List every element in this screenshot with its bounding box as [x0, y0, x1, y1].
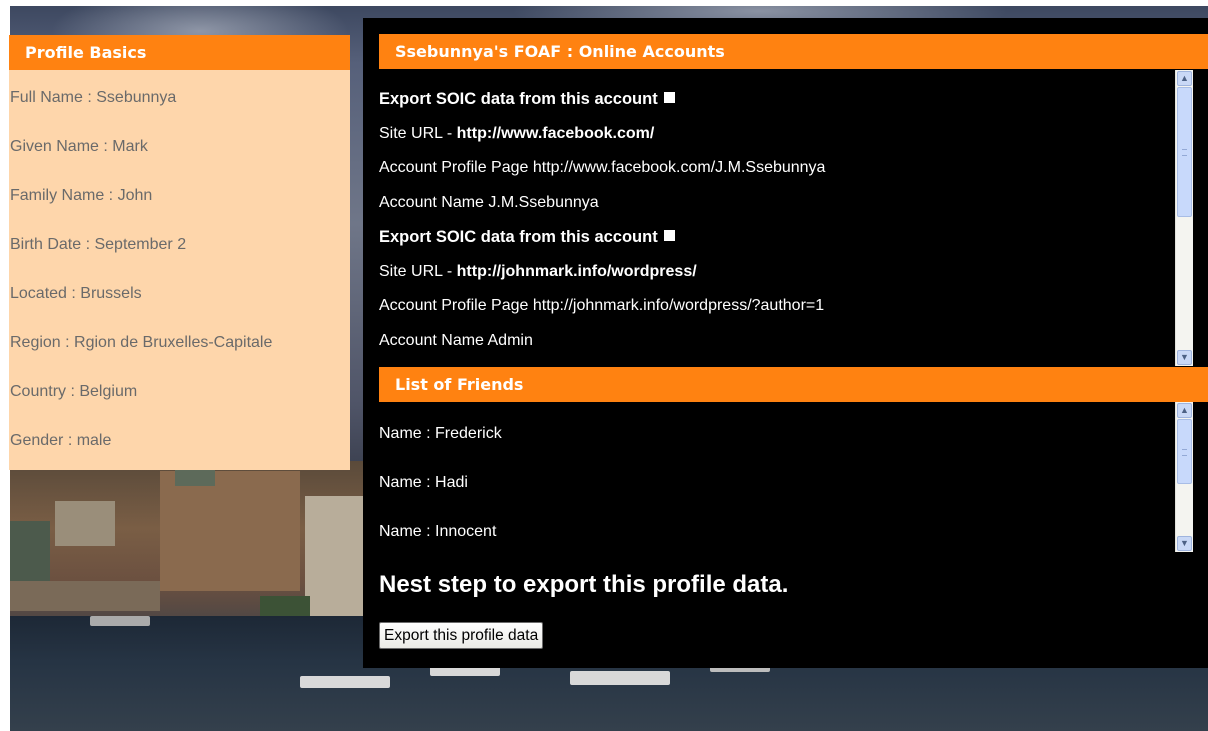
friends-list[interactable]: Name : Frederick Name : Hadi Name : Inno… — [379, 402, 1193, 552]
family-name-field: Family Name : John — [10, 187, 153, 204]
given-name-field: Given Name : Mark — [10, 138, 148, 155]
scrollbar-thumb[interactable] — [1177, 87, 1192, 217]
country-field: Country : Belgium — [10, 383, 138, 400]
scroll-up-icon[interactable]: ▲ — [1177, 403, 1192, 418]
site-url-value: http://johnmark.info/wordpress/ — [456, 262, 697, 280]
list-of-friends-title: List of Friends — [379, 367, 1208, 402]
friend-item: Name : Hadi — [379, 474, 468, 491]
online-accounts-list[interactable]: Export SOIC data from this account Site … — [379, 70, 1193, 366]
scrollbar-thumb[interactable] — [1177, 419, 1192, 484]
account-profile-page: Account Profile Page http://johnmark.inf… — [379, 297, 825, 314]
birth-date-field: Birth Date : September 2 — [10, 236, 187, 253]
profile-basics-panel: Profile Basics Full Name : Ssebunnya Giv… — [9, 35, 350, 470]
scroll-down-icon[interactable]: ▼ — [1177, 350, 1192, 365]
location-field: Located : Brussels — [10, 285, 142, 302]
accounts-scrollbar[interactable]: ▲ ▼ — [1175, 70, 1193, 366]
export-account-checkbox[interactable] — [663, 230, 675, 241]
export-account-checkbox[interactable] — [663, 92, 675, 103]
export-account-row: Export SOIC data from this account — [379, 220, 1193, 255]
main-panel: Ssebunnya's FOAF : Online Accounts Expor… — [363, 18, 1208, 668]
export-account-row: Export SOIC data from this account — [379, 358, 1193, 366]
site-url-row: Site URL - http://www.facebook.com/ — [379, 117, 1193, 152]
site-url-value: http://www.facebook.com/ — [456, 124, 655, 142]
site-url-prefix: Site URL - — [379, 262, 457, 280]
export-account-label: Export SOIC data from this account — [379, 90, 658, 108]
account-name: Account Name Admin — [379, 331, 533, 349]
site-url-prefix: Site URL - — [379, 124, 457, 142]
export-account-label: Export SOIC data from this account — [379, 228, 658, 246]
friend-item: Name : Frederick — [379, 425, 502, 442]
site-url-row: Site URL - http://johnmark.info/wordpres… — [379, 255, 1193, 290]
account-name: Account Name J.M.Ssebunnya — [379, 193, 599, 211]
online-accounts-title: Ssebunnya's FOAF : Online Accounts — [379, 34, 1208, 69]
region-field: Region : Rgion de Bruxelles-Capitale — [10, 334, 273, 351]
next-step-heading: Nest step to export this profile data. — [379, 571, 789, 598]
scroll-down-icon[interactable]: ▼ — [1177, 536, 1192, 551]
gender-field: Gender : male — [10, 432, 112, 449]
profile-fields: Full Name : Ssebunnya Given Name : Mark … — [9, 35, 350, 479]
full-name-field: Full Name : Ssebunnya — [10, 89, 177, 106]
friends-scrollbar[interactable]: ▲ ▼ — [1175, 402, 1193, 552]
account-profile-page: Account Profile Page http://www.facebook… — [379, 159, 826, 176]
friend-item: Name : Innocent — [379, 523, 497, 540]
export-account-row: Export SOIC data from this account — [379, 82, 1193, 117]
scroll-up-icon[interactable]: ▲ — [1177, 71, 1192, 86]
export-profile-button[interactable]: Export this profile data — [379, 622, 544, 649]
